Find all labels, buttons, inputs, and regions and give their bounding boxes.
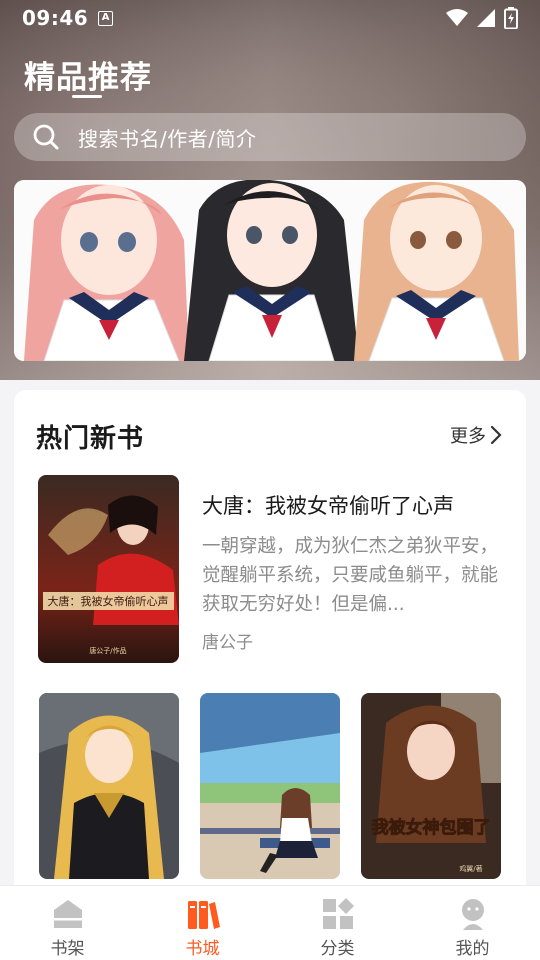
nav-label-bookstore: 书城 — [185, 939, 220, 959]
promo-banner[interactable] — [14, 180, 526, 361]
hot-books-section: 热门新书 更多 大唐：我被女帝偷听心声 唐公子/作品 大唐：我被女帝偷听了心声 … — [14, 390, 526, 910]
title-indicator — [72, 95, 102, 98]
bookstore-icon — [187, 901, 220, 929]
bottom-navigation: 书架 书城 分类 我的 — [0, 885, 540, 960]
featured-cover-author: 唐公子/作品 — [89, 646, 126, 655]
section-title: 热门新书 — [36, 424, 145, 454]
chevron-right-icon — [490, 425, 502, 445]
nav-item-bookshelf[interactable]: 书架 — [0, 886, 135, 960]
category-icon — [322, 898, 354, 929]
more-button[interactable]: 更多 — [450, 422, 502, 448]
search-input[interactable]: 搜索书名/作者/简介 — [14, 113, 526, 161]
profile-icon — [461, 899, 484, 930]
nav-item-bookstore[interactable]: 书城 — [135, 886, 270, 960]
signal-icon — [477, 9, 495, 27]
status-time: 09:46 — [22, 6, 89, 30]
banner-illustration — [14, 180, 526, 361]
nav-item-category[interactable]: 分类 — [270, 886, 405, 960]
nav-label-profile: 我的 — [455, 939, 490, 959]
battery-icon — [504, 7, 518, 29]
featured-book-title[interactable]: 大唐：我被女帝偷听了心声 — [202, 490, 502, 520]
nav-label-category: 分类 — [320, 939, 355, 959]
featured-book-description: 一朝穿越，成为狄仁杰之弟狄平安，觉醒躺平系统，只要咸鱼躺平，就能获取无穷好处！但… — [202, 536, 498, 615]
book-cover-3-author: 鸡翼/著 — [459, 864, 482, 873]
more-label: 更多 — [450, 426, 486, 447]
page-title: 精品推荐 — [24, 60, 152, 96]
book-cover-1[interactable] — [39, 693, 179, 879]
featured-book-author: 唐公子 — [202, 633, 253, 653]
search-icon — [33, 124, 59, 150]
featured-book-cover[interactable]: 大唐：我被女帝偷听心声 唐公子/作品 — [38, 475, 179, 663]
status-bar: 09:46 A — [0, 0, 540, 36]
book-cover-3[interactable]: 我被女神包围了 鸡翼/著 — [361, 693, 501, 879]
nav-item-profile[interactable]: 我的 — [405, 886, 540, 960]
wifi-icon — [446, 9, 468, 26]
search-placeholder: 搜索书名/作者/简介 — [78, 126, 257, 151]
accessibility-a-icon: A — [98, 10, 114, 26]
featured-cover-title: 大唐：我被女帝偷听心声 — [48, 594, 169, 608]
nav-label-bookshelf: 书架 — [50, 939, 85, 959]
book-cover-2[interactable] — [200, 693, 340, 879]
bookshelf-icon — [53, 900, 82, 928]
book-cover-3-title: 我被女神包围了 — [372, 817, 491, 838]
